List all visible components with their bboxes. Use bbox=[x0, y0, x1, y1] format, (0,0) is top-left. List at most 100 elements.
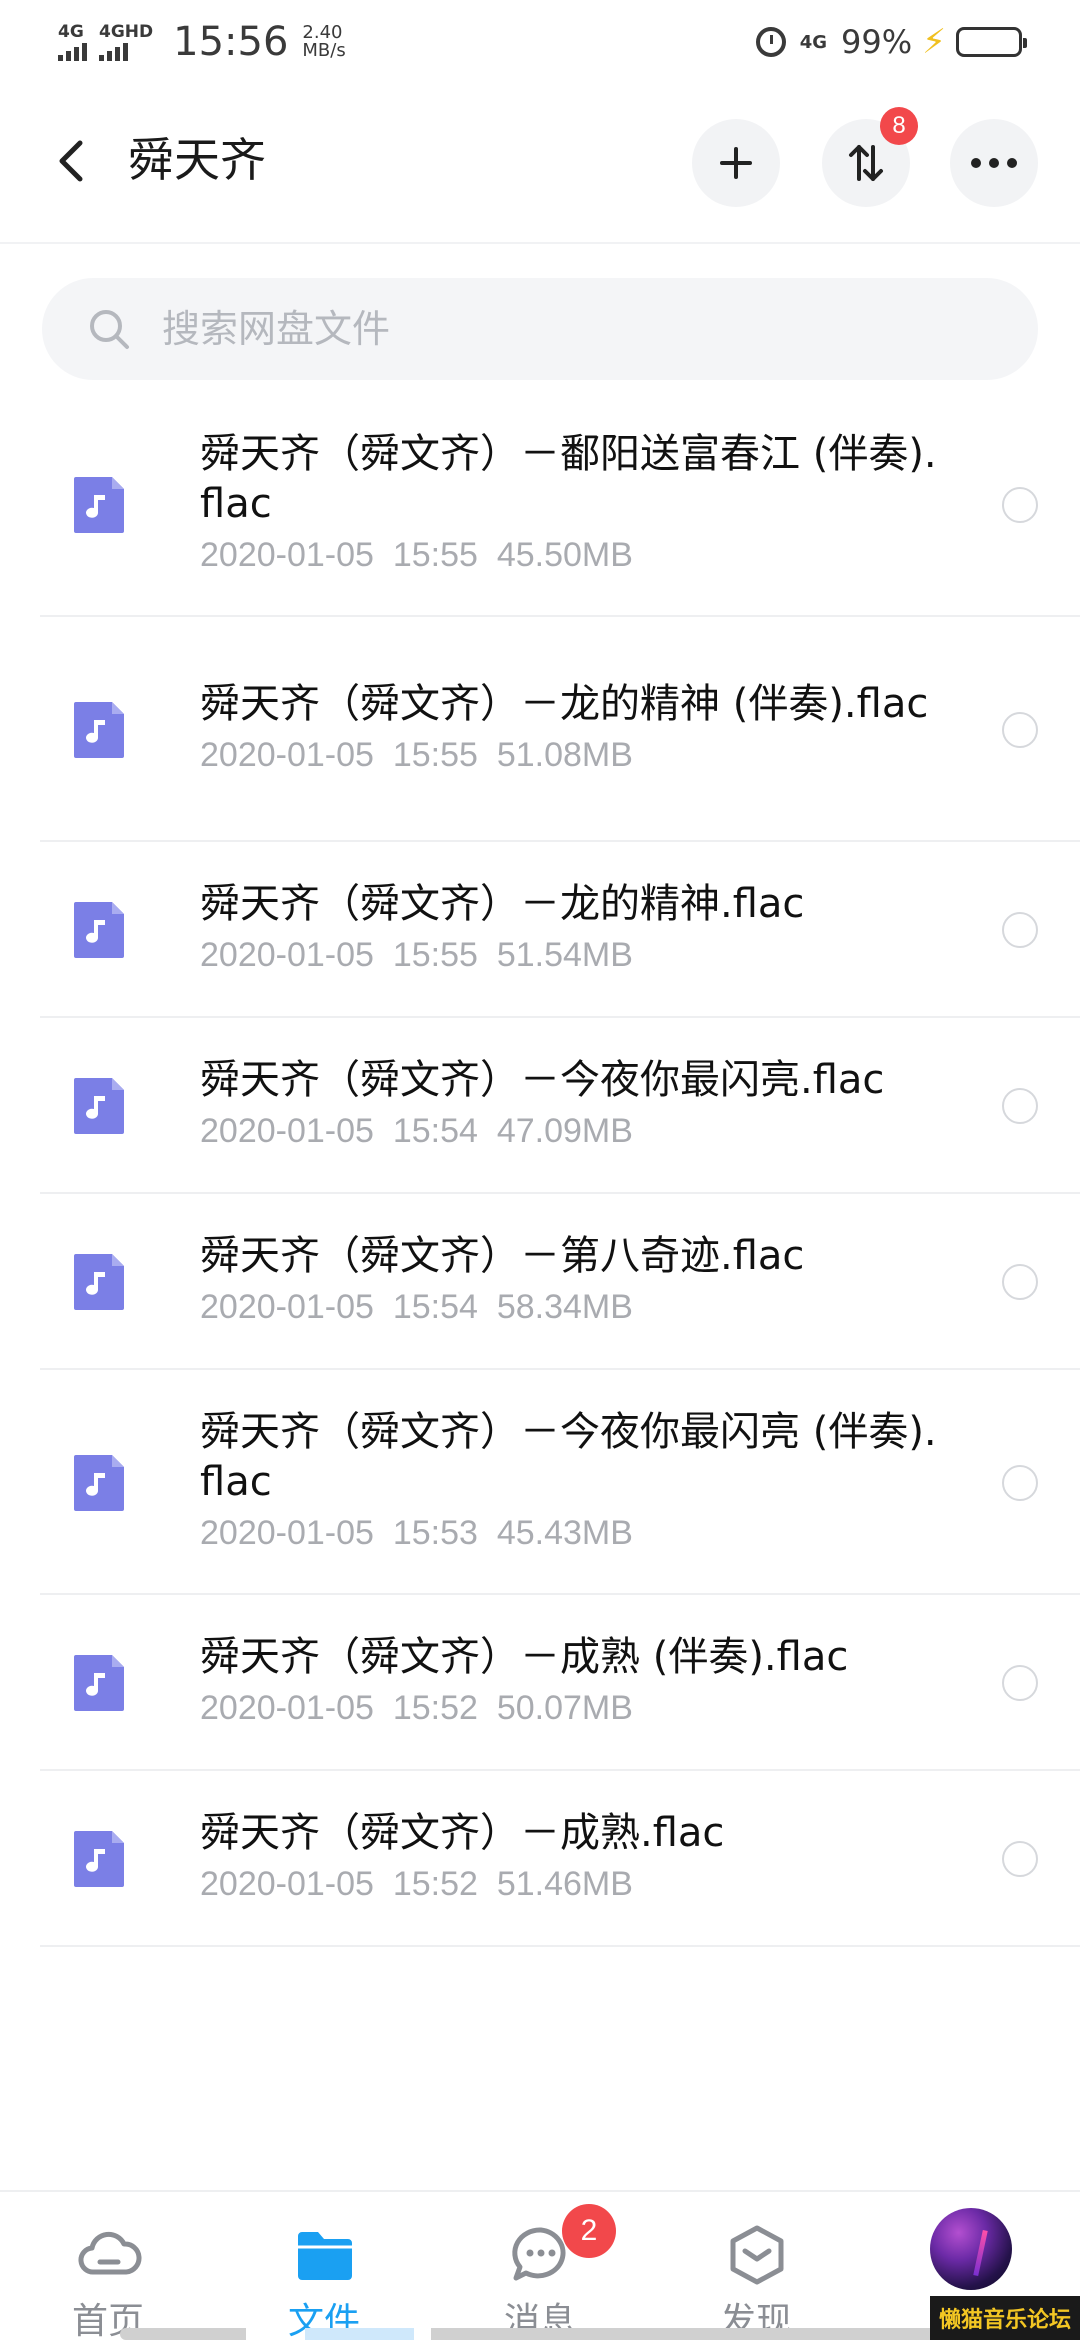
charging-bolt-icon: ⚡ bbox=[922, 22, 946, 62]
file-date: 2020-01-05 bbox=[200, 1689, 374, 1727]
nav-discover[interactable]: 发现 bbox=[648, 2192, 864, 2342]
plus-icon bbox=[720, 147, 752, 179]
file-info: 舜天齐（舜文齐）－成熟.flac 2020-01-05 15:52 51.46M… bbox=[200, 1808, 940, 1910]
file-time: 15:55 bbox=[392, 535, 478, 574]
file-name: 舜天齐（舜文齐）－鄱阳送富春江 (伴奏).flac bbox=[200, 430, 937, 527]
file-name: 舜天齐（舜文齐）－龙的精神.flac bbox=[200, 881, 805, 927]
music-file-icon bbox=[74, 476, 124, 533]
file-date: 2020-01-05 bbox=[200, 1288, 374, 1326]
file-time: 15:54 bbox=[392, 1112, 478, 1150]
signal-strength-2: 4GHD bbox=[99, 23, 153, 61]
more-options-button[interactable] bbox=[950, 119, 1038, 207]
page-title: 舜天齐 bbox=[128, 133, 266, 187]
network-type-1: 4G bbox=[58, 22, 84, 42]
file-info: 舜天齐（舜文齐）－第八奇迹.flac 2020-01-05 15:54 58.3… bbox=[200, 1231, 940, 1333]
status-bar-left: 4G 4GHD 15:56 2.40 MB/s bbox=[58, 19, 346, 65]
nav-files[interactable]: 文件 bbox=[216, 2192, 432, 2342]
file-name: 舜天齐（舜文齐）－龙的精神 (伴奏).flac bbox=[200, 680, 929, 727]
discover-cube-icon bbox=[730, 2225, 784, 2285]
file-row[interactable]: 舜天齐（舜文齐）－成熟 (伴奏).flac 2020-01-05 15:52 5… bbox=[0, 1595, 1080, 1771]
file-meta: 2020-01-05 15:52 50.07MB bbox=[200, 1682, 940, 1734]
file-meta: 2020-01-05 15:53 45.43MB bbox=[200, 1507, 940, 1559]
file-info: 舜天齐（舜文齐）－龙的精神 (伴奏).flac 2020-01-05 15:55… bbox=[200, 679, 940, 781]
file-meta: 2020-01-05 15:54 47.09MB bbox=[200, 1105, 940, 1157]
file-row[interactable]: 舜天齐（舜文齐）－龙的精神 (伴奏).flac 2020-01-05 15:55… bbox=[0, 617, 1080, 842]
battery-percent: 99% bbox=[841, 23, 913, 61]
select-radio[interactable] bbox=[1002, 1088, 1038, 1124]
music-file-icon bbox=[74, 1831, 124, 1887]
back-button[interactable] bbox=[46, 136, 96, 186]
file-row[interactable]: 舜天齐（舜文齐）－第八奇迹.flac 2020-01-05 15:54 58.3… bbox=[0, 1194, 1080, 1370]
file-row[interactable]: 舜天齐（舜文齐）－鄱阳送富春江 (伴奏).flac 2020-01-05 15:… bbox=[0, 392, 1080, 617]
select-radio[interactable] bbox=[1002, 912, 1038, 948]
network-type-right: 4G bbox=[799, 31, 827, 53]
file-time: 15:55 bbox=[392, 735, 478, 774]
file-size: 50.07MB bbox=[496, 1689, 633, 1727]
file-size: 45.43MB bbox=[496, 1513, 633, 1552]
messages-badge: 2 bbox=[562, 2204, 616, 2258]
alarm-icon bbox=[755, 27, 786, 57]
home-indicator bbox=[120, 2328, 960, 2340]
file-time: 15:55 bbox=[392, 936, 478, 974]
select-radio[interactable] bbox=[1002, 1464, 1038, 1501]
file-name: 舜天齐（舜文齐）－今夜你最闪亮.flac bbox=[200, 1057, 885, 1103]
battery-icon bbox=[956, 27, 1027, 57]
network-speed: 2.40 MB/s bbox=[302, 24, 345, 60]
select-radio[interactable] bbox=[1002, 1841, 1038, 1877]
signal-bars-icon bbox=[58, 41, 87, 61]
clock: 15:56 bbox=[173, 19, 289, 65]
file-row[interactable]: 舜天齐（舜文齐）－龙的精神.flac 2020-01-05 15:55 51.5… bbox=[0, 842, 1080, 1018]
back-arrow-icon bbox=[59, 140, 83, 182]
add-button[interactable] bbox=[692, 119, 780, 207]
file-time: 15:52 bbox=[392, 1689, 478, 1727]
file-meta: 2020-01-05 15:54 58.34MB bbox=[200, 1281, 940, 1333]
forum-watermark: 懒猫音乐论坛 bbox=[930, 2296, 1080, 2340]
file-time: 15:53 bbox=[392, 1513, 478, 1552]
music-file-icon bbox=[74, 1454, 124, 1511]
select-radio[interactable] bbox=[1002, 711, 1038, 748]
file-name: 舜天齐（舜文齐）－今夜你最闪亮 (伴奏).flac bbox=[200, 1408, 937, 1505]
file-meta: 2020-01-05 15:55 51.54MB bbox=[200, 929, 940, 981]
file-row[interactable]: 舜天齐（舜文齐）－成熟.flac 2020-01-05 15:52 51.46M… bbox=[0, 1771, 1080, 1947]
select-radio[interactable] bbox=[1002, 1665, 1038, 1701]
transfer-list-button[interactable]: 8 bbox=[822, 107, 918, 207]
avatar bbox=[930, 2208, 1012, 2290]
music-file-icon bbox=[74, 701, 124, 758]
file-size: 51.54MB bbox=[496, 936, 633, 974]
file-size: 51.08MB bbox=[496, 735, 633, 774]
cloud-icon bbox=[78, 2231, 142, 2275]
nav-home[interactable]: 首页 bbox=[0, 2192, 216, 2342]
file-name: 舜天齐（舜文齐）－成熟 (伴奏).flac bbox=[200, 1634, 849, 1680]
file-row[interactable]: 舜天齐（舜文齐）－今夜你最闪亮.flac 2020-01-05 15:54 47… bbox=[0, 1018, 1080, 1194]
search-input[interactable] bbox=[160, 306, 964, 352]
search-icon bbox=[90, 310, 129, 349]
file-size: 58.34MB bbox=[496, 1288, 633, 1326]
file-meta: 2020-01-05 15:52 51.46MB bbox=[200, 1858, 940, 1910]
bottom-nav: 首页 文件 2 消息 发现 bbox=[0, 2190, 1080, 2342]
file-info: 舜天齐（舜文齐）－今夜你最闪亮.flac 2020-01-05 15:54 47… bbox=[200, 1055, 940, 1157]
file-row[interactable]: 舜天齐（舜文齐）－今夜你最闪亮 (伴奏).flac 2020-01-05 15:… bbox=[0, 1370, 1080, 1595]
file-date: 2020-01-05 bbox=[200, 1112, 374, 1150]
nav-messages[interactable]: 2 消息 bbox=[432, 2192, 648, 2342]
search-bar[interactable] bbox=[42, 278, 1038, 380]
file-time: 15:52 bbox=[392, 1865, 478, 1903]
music-file-icon bbox=[74, 1655, 124, 1711]
file-info: 舜天齐（舜文齐）－成熟 (伴奏).flac 2020-01-05 15:52 5… bbox=[200, 1632, 940, 1734]
select-radio[interactable] bbox=[1002, 1264, 1038, 1300]
file-name: 舜天齐（舜文齐）－第八奇迹.flac bbox=[200, 1233, 805, 1279]
file-size: 51.46MB bbox=[496, 1865, 633, 1903]
transfer-count-badge: 8 bbox=[880, 107, 918, 145]
file-date: 2020-01-05 bbox=[200, 1513, 374, 1552]
more-dots-icon bbox=[971, 158, 1017, 168]
file-time: 15:54 bbox=[392, 1288, 478, 1326]
music-file-icon bbox=[74, 1078, 124, 1134]
file-size: 45.50MB bbox=[496, 535, 633, 574]
folder-icon bbox=[298, 2232, 352, 2280]
signal-strength-1: 4G bbox=[58, 23, 87, 61]
file-list: 舜天齐（舜文齐）－鄱阳送富春江 (伴奏).flac 2020-01-05 15:… bbox=[0, 392, 1080, 1947]
file-info: 舜天齐（舜文齐）－龙的精神.flac 2020-01-05 15:55 51.5… bbox=[200, 879, 940, 981]
network-speed-unit: MB/s bbox=[302, 40, 346, 61]
select-radio[interactable] bbox=[1002, 486, 1038, 523]
network-type-2: 4GHD bbox=[99, 22, 154, 42]
file-info: 舜天齐（舜文齐）－今夜你最闪亮 (伴奏).flac 2020-01-05 15:… bbox=[200, 1407, 940, 1559]
